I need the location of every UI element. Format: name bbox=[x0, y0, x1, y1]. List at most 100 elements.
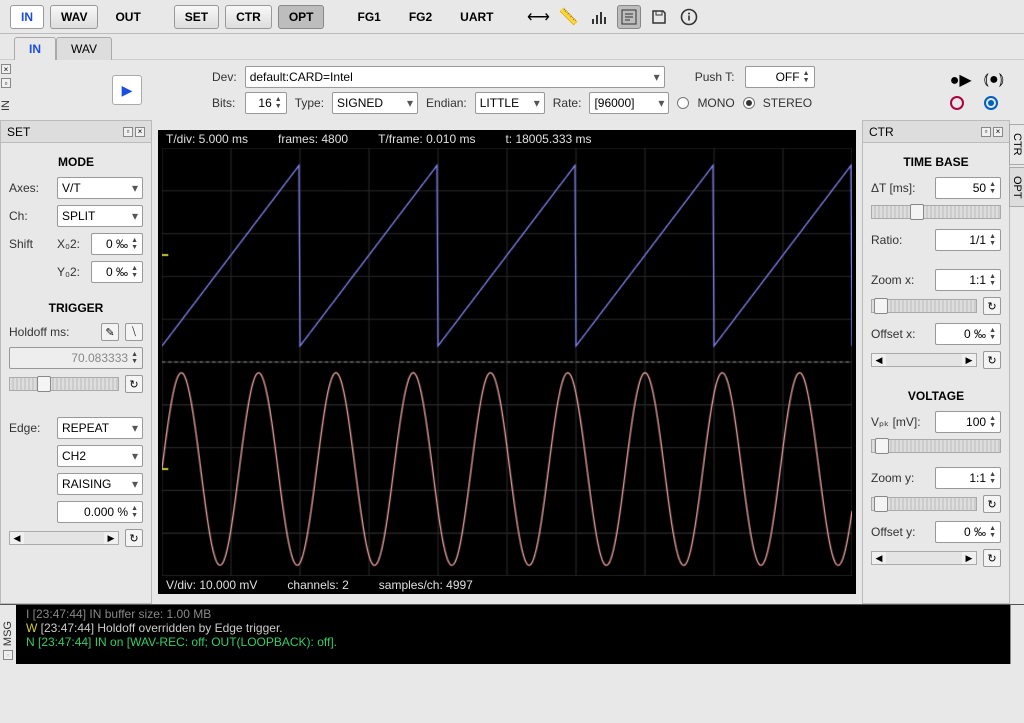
play-button[interactable]: ▶ bbox=[112, 75, 142, 105]
pusht-spinner[interactable]: ▲▼ bbox=[745, 66, 815, 88]
oscilloscope-display[interactable]: T/div: 5.000 ms frames: 4800 T/frame: 0.… bbox=[158, 130, 856, 594]
holdoff-tool2-icon[interactable]: ⧹ bbox=[125, 323, 143, 341]
scope-tdiv: T/div: 5.000 ms bbox=[166, 132, 248, 146]
y02-spinner[interactable]: ▲▼ bbox=[91, 261, 143, 283]
zoomy-label: Zoom y: bbox=[871, 471, 929, 485]
dt-label: ΔT [ms]: bbox=[871, 181, 929, 195]
edge-mode-select[interactable]: REPEAT bbox=[57, 417, 143, 439]
scope-frames: frames: 4800 bbox=[278, 132, 348, 146]
zoomy-spinner[interactable]: ▲▼ bbox=[935, 467, 1001, 489]
bits-spinner[interactable]: ▲▼ bbox=[245, 92, 287, 114]
toolbar-uart-button[interactable]: UART bbox=[449, 5, 504, 29]
offy-reset-icon[interactable]: ↻ bbox=[983, 549, 1001, 567]
zoomx-spinner[interactable]: ▲▼ bbox=[935, 269, 1001, 291]
toolbar-fg1-button[interactable]: FG1 bbox=[346, 5, 391, 29]
holdoff-spinner[interactable]: ▲▼ bbox=[9, 347, 143, 369]
right-tab-opt[interactable]: OPT bbox=[1009, 167, 1024, 208]
tab-in[interactable]: IN bbox=[14, 37, 56, 60]
holdoff-tool1-icon[interactable]: ✎ bbox=[101, 323, 119, 341]
stereo-radio[interactable] bbox=[743, 97, 755, 109]
gutter-close-icon[interactable]: × bbox=[1, 64, 11, 74]
edge-ch-select[interactable]: CH2 bbox=[57, 445, 143, 467]
offx-reset-icon[interactable]: ↻ bbox=[983, 351, 1001, 369]
ratio-spinner[interactable]: ▲▼ bbox=[935, 229, 1001, 251]
input-tab-strip: IN WAV bbox=[0, 34, 1024, 60]
console-scrollbar[interactable] bbox=[1010, 605, 1024, 664]
edge-pct-spinner[interactable]: ▲▼ bbox=[57, 501, 143, 523]
main-toolbar: IN WAV OUT SET CTR OPT FG1 FG2 UART ⟷ 📏 bbox=[0, 0, 1024, 34]
stereo-label: STEREO bbox=[763, 96, 812, 110]
axes-select[interactable]: V/T bbox=[57, 177, 143, 199]
console-line: N [23:47:44] IN on [WAV-REC: off; OUT(LO… bbox=[26, 635, 1018, 649]
set-panel-header: SET ▫× bbox=[1, 121, 151, 143]
edge-slope-select[interactable]: RAISING bbox=[57, 473, 143, 495]
mono-radio[interactable] bbox=[677, 97, 689, 109]
zoomx-slider[interactable] bbox=[871, 299, 977, 313]
type-select[interactable]: SIGNED bbox=[332, 92, 418, 114]
toolbar-in-button[interactable]: IN bbox=[10, 5, 44, 29]
offy-scroll[interactable]: ◀▶ bbox=[871, 551, 977, 565]
toolbar-ctr-button[interactable]: CTR bbox=[225, 5, 272, 29]
console-close-icon[interactable]: × bbox=[3, 650, 13, 660]
scope-channels: channels: 2 bbox=[287, 578, 348, 592]
scope-tframe: T/frame: 0.010 ms bbox=[378, 132, 475, 146]
vpk-spinner[interactable]: ▲▼ bbox=[935, 411, 1001, 433]
toolbar-opt-button[interactable]: OPT bbox=[278, 5, 325, 29]
console-gutter: MSG × bbox=[0, 605, 16, 664]
rate-select[interactable]: [96000] bbox=[589, 92, 669, 114]
save-icon[interactable] bbox=[647, 5, 671, 29]
port1-top-icon[interactable]: ●▶ bbox=[950, 70, 972, 90]
zoomx-reset-icon[interactable]: ↻ bbox=[983, 297, 1001, 315]
set-detach-icon[interactable]: ▫ bbox=[123, 127, 133, 137]
bits-label: Bits: bbox=[212, 96, 237, 110]
toolbar-wav-button[interactable]: WAV bbox=[50, 5, 98, 29]
levels-icon[interactable] bbox=[587, 5, 611, 29]
offx-scroll[interactable]: ◀▶ bbox=[871, 353, 977, 367]
endian-select[interactable]: LITTLE bbox=[475, 92, 545, 114]
ruler-v-icon[interactable]: 📏 bbox=[557, 5, 581, 29]
device-select[interactable]: default:CARD=Intel bbox=[245, 66, 665, 88]
x02-spinner[interactable]: ▲▼ bbox=[91, 233, 143, 255]
rate-label: Rate: bbox=[553, 96, 582, 110]
main-area: SET ▫× MODE Axes:V/T Ch:SPLIT ShiftX₀2:▲… bbox=[0, 120, 1024, 604]
offy-label: Offset y: bbox=[871, 525, 929, 539]
zoomy-slider[interactable] bbox=[871, 497, 977, 511]
offx-spinner[interactable]: ▲▼ bbox=[935, 323, 1001, 345]
toolbar-set-button[interactable]: SET bbox=[174, 5, 219, 29]
right-tab-ctr[interactable]: CTR bbox=[1009, 124, 1024, 165]
notes-icon[interactable] bbox=[617, 5, 641, 29]
right-gutter: CTR OPT bbox=[1010, 120, 1024, 604]
holdoff-slider[interactable] bbox=[9, 377, 119, 391]
set-panel-title: SET bbox=[7, 125, 30, 139]
vpk-slider[interactable] bbox=[871, 439, 1001, 453]
offy-spinner[interactable]: ▲▼ bbox=[935, 521, 1001, 543]
offx-label: Offset x: bbox=[871, 327, 929, 341]
toolbar-out-button[interactable]: OUT bbox=[104, 5, 151, 29]
holdoff-reset-icon[interactable]: ↻ bbox=[125, 375, 143, 393]
port1-jack-icon[interactable] bbox=[950, 96, 964, 110]
port2-jack-icon[interactable] bbox=[984, 96, 998, 110]
left-gutter-label: IN bbox=[0, 100, 12, 111]
y02-label: Y₀2: bbox=[57, 265, 85, 279]
dt-spinner[interactable]: ▲▼ bbox=[935, 177, 1001, 199]
edge-reset-icon[interactable]: ↻ bbox=[125, 529, 143, 547]
edge-scroll[interactable]: ◀▶ bbox=[9, 531, 119, 545]
zoomy-reset-icon[interactable]: ↻ bbox=[983, 495, 1001, 513]
ruler-h-icon[interactable]: ⟷ bbox=[527, 5, 551, 29]
ctr-close-icon[interactable]: × bbox=[993, 127, 1003, 137]
edge-label: Edge: bbox=[9, 421, 51, 435]
toolbar-fg2-button[interactable]: FG2 bbox=[398, 5, 443, 29]
ctr-panel-header: CTR ▫× bbox=[863, 121, 1009, 143]
scope-vdiv: V/div: 10.000 mV bbox=[166, 578, 257, 592]
scope-samples: samples/ch: 4997 bbox=[379, 578, 473, 592]
ch-select[interactable]: SPLIT bbox=[57, 205, 143, 227]
scope-t: t: 18005.333 ms bbox=[505, 132, 591, 146]
gutter-box-icon[interactable]: ▫ bbox=[1, 78, 11, 88]
ctr-detach-icon[interactable]: ▫ bbox=[981, 127, 991, 137]
info-icon[interactable] bbox=[677, 5, 701, 29]
tab-wav[interactable]: WAV bbox=[56, 37, 112, 60]
endian-label: Endian: bbox=[426, 96, 467, 110]
port2-top-icon[interactable]: ⦅●⦆ bbox=[984, 71, 1004, 89]
set-close-icon[interactable]: × bbox=[135, 127, 145, 137]
dt-slider[interactable] bbox=[871, 205, 1001, 219]
